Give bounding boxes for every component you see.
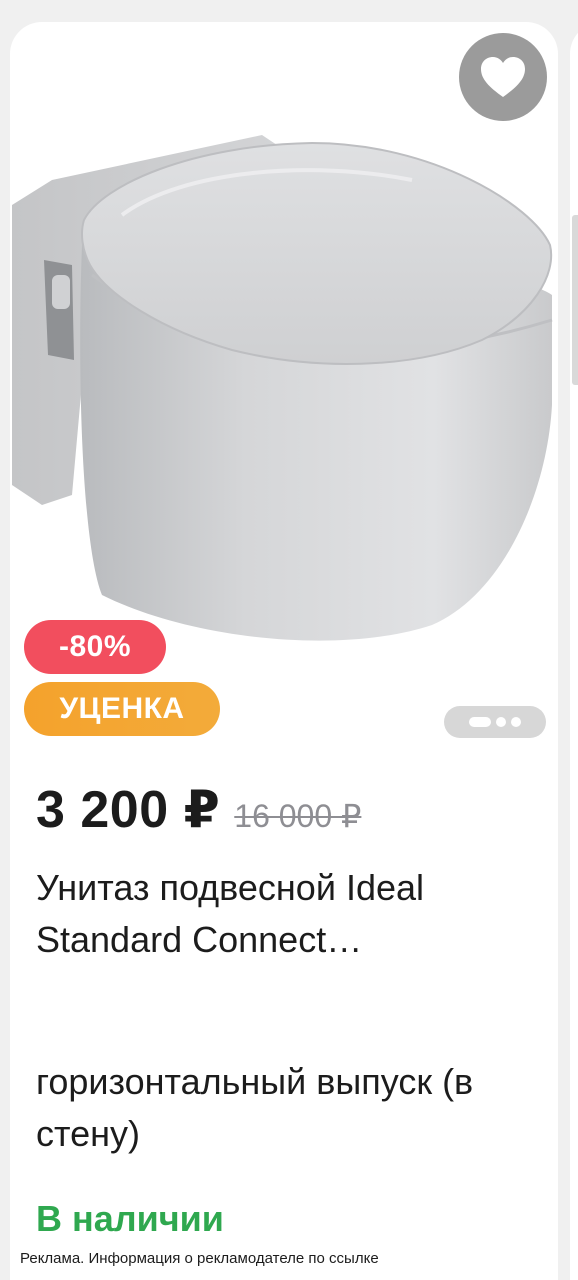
product-feature: горизонтальный выпуск (в стену): [36, 1061, 474, 1154]
product-feed: -80% УЦЕНКА 3 200 ₽ 16 000 ₽ Унитаз подв…: [0, 0, 578, 1280]
discount-badge: -80%: [24, 620, 166, 674]
bolt: [52, 275, 70, 309]
product-title[interactable]: Унитаз подвесной Ideal Standard Connect…: [36, 862, 536, 966]
heart-icon: [481, 57, 525, 97]
product-image[interactable]: [12, 125, 557, 645]
current-price: 3 200 ₽: [36, 781, 221, 839]
pager-dot: [511, 717, 521, 727]
markdown-badge: УЦЕНКА: [24, 682, 220, 736]
price-row: 3 200 ₽ 16 000 ₽: [36, 780, 361, 840]
favorite-button[interactable]: [459, 33, 547, 121]
next-product-card[interactable]: [570, 22, 578, 1280]
availability-status: В наличии: [36, 1198, 224, 1239]
pager-dot-active: [469, 717, 491, 727]
ad-disclaimer[interactable]: Реклама. Информация о рекламодателе по с…: [18, 1250, 381, 1267]
pager-dot: [496, 717, 506, 727]
next-product-image-edge: [572, 215, 578, 385]
old-price: 16 000 ₽: [234, 798, 362, 834]
image-pager[interactable]: [444, 706, 546, 738]
